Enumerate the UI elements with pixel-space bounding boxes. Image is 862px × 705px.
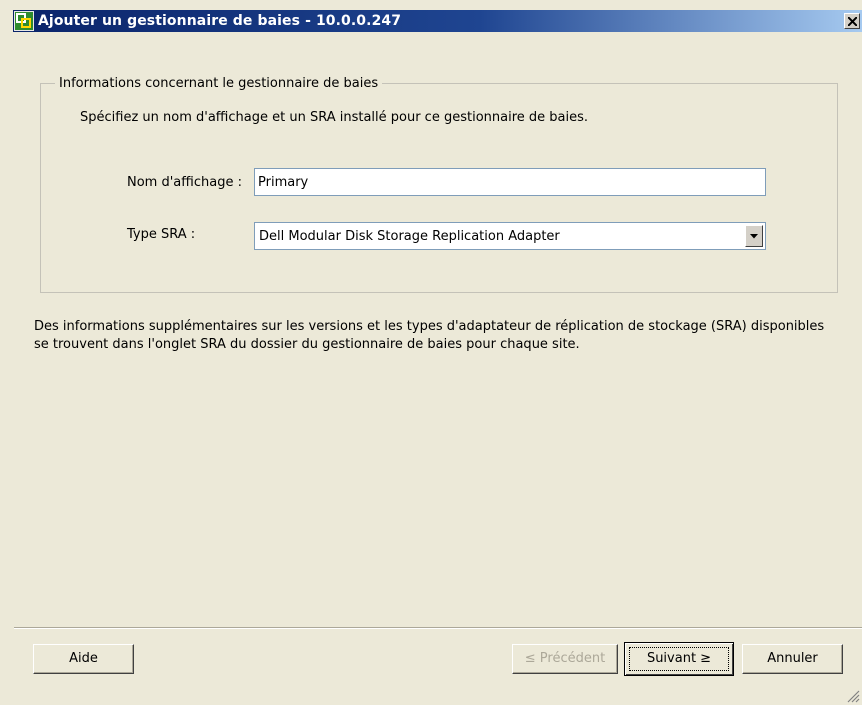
focus-rect <box>629 647 729 671</box>
sra-type-label: Type SRA : <box>127 227 196 242</box>
close-icon <box>848 17 857 26</box>
groupbox-legend: Informations concernant le gestionnaire … <box>55 76 383 91</box>
close-button[interactable] <box>844 13 860 29</box>
previous-button[interactable]: ≤ Précédent <box>512 644 618 674</box>
sra-type-selected-value: Dell Modular Disk Storage Replication Ad… <box>259 229 560 244</box>
cancel-button[interactable]: Annuler <box>742 644 843 674</box>
vmware-icon <box>14 11 34 31</box>
display-name-input[interactable] <box>254 168 766 196</box>
sra-type-select[interactable]: Dell Modular Disk Storage Replication Ad… <box>254 222 766 250</box>
resize-grip-icon[interactable] <box>846 689 860 703</box>
window-title: Ajouter un gestionnaire de baies - 10.0.… <box>38 13 402 29</box>
help-button[interactable]: Aide <box>33 644 134 674</box>
dropdown-button[interactable] <box>745 225 763 247</box>
title-bar[interactable]: Ajouter un gestionnaire de baies - 10.0.… <box>0 0 862 32</box>
display-name-label: Nom d'affichage : <box>127 175 242 190</box>
footer-separator-highlight <box>14 628 862 629</box>
next-button[interactable]: Suivant ≥ <box>624 642 734 676</box>
groupbox-description: Spécifiez un nom d'affichage et un SRA i… <box>80 110 589 125</box>
chevron-down-icon <box>750 234 758 239</box>
sra-info-text: Des informations supplémentaires sur les… <box>34 319 825 352</box>
